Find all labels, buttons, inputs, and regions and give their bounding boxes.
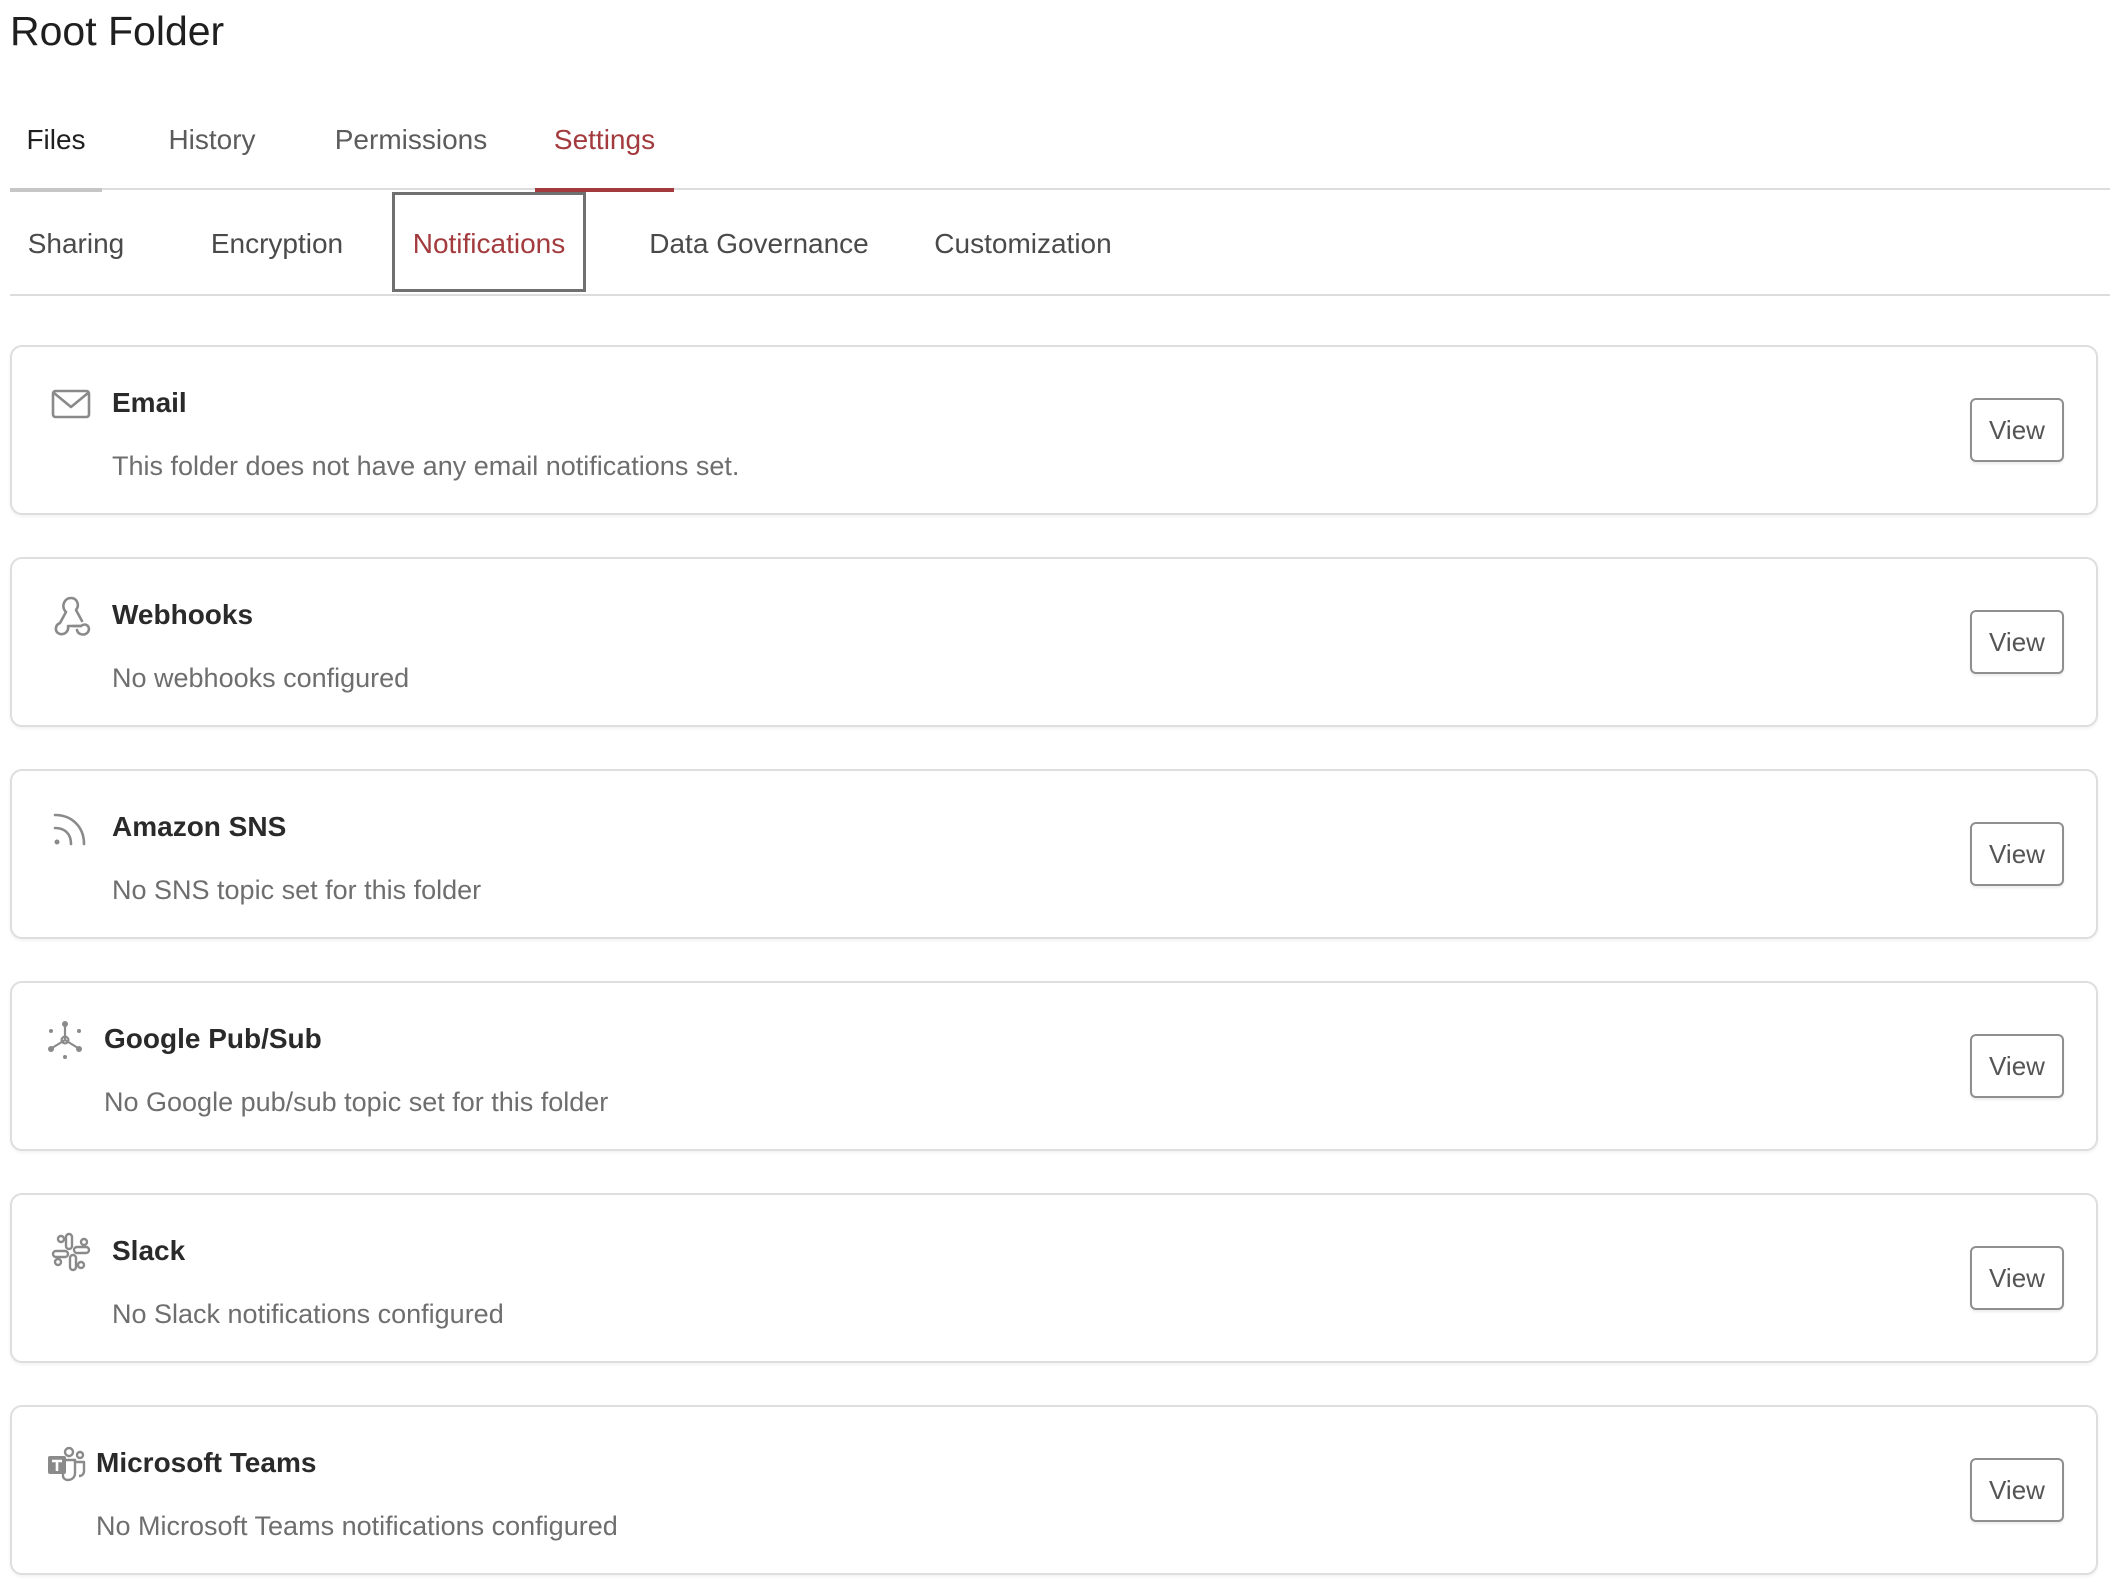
view-amazon-sns-button[interactable]: View: [1970, 822, 2064, 886]
view-microsoft-teams-button[interactable]: View: [1970, 1458, 2064, 1522]
primary-tabs: Files History Permissions Settings: [10, 110, 2110, 192]
email-notification-card: Email This folder does not have any emai…: [10, 345, 2098, 515]
feed-icon: [50, 807, 92, 849]
card-title: Slack: [112, 1235, 186, 1266]
subtab-sharing[interactable]: Sharing: [10, 192, 142, 292]
view-slack-button[interactable]: View: [1970, 1246, 2064, 1310]
card-description: No Google pub/sub topic set for this fol…: [104, 1087, 609, 1117]
teams-icon: [44, 1443, 86, 1485]
tab-history[interactable]: History: [142, 110, 282, 190]
card-title: Google Pub/Sub: [104, 1023, 322, 1054]
webhook-icon: [50, 595, 92, 637]
card-title: Email: [112, 387, 187, 418]
amazon-sns-notification-card: Amazon SNS No SNS topic set for this fol…: [10, 769, 2098, 939]
subtab-encryption[interactable]: Encryption: [180, 192, 374, 292]
slack-icon: [50, 1231, 92, 1273]
subtab-data-governance[interactable]: Data Governance: [628, 192, 890, 292]
view-webhooks-button[interactable]: View: [1970, 610, 2064, 674]
view-email-button[interactable]: View: [1970, 398, 2064, 462]
google-pubsub-notification-card: Google Pub/Sub No Google pub/sub topic s…: [10, 981, 2098, 1151]
card-description: No webhooks configured: [112, 663, 410, 693]
slack-notification-card: Slack No Slack notifications configured …: [10, 1193, 2098, 1363]
pubsub-icon: [44, 1019, 86, 1061]
card-title: Webhooks: [112, 599, 254, 630]
card-description: No Microsoft Teams notifications configu…: [96, 1511, 618, 1541]
webhooks-notification-card: Webhooks No webhooks configured View: [10, 557, 2098, 727]
email-icon: [50, 383, 92, 425]
subtab-customization[interactable]: Customization: [915, 192, 1131, 292]
tab-settings[interactable]: Settings: [535, 110, 674, 192]
card-title: Amazon SNS: [112, 811, 287, 842]
view-google-pubsub-button[interactable]: View: [1970, 1034, 2064, 1098]
subtab-notifications[interactable]: Notifications: [392, 192, 586, 292]
tab-permissions[interactable]: Permissions: [310, 110, 512, 190]
settings-subtabs: Sharing Encryption Notifications Data Go…: [10, 190, 2110, 296]
card-title: Microsoft Teams: [96, 1447, 317, 1478]
card-description: No SNS topic set for this folder: [112, 875, 482, 905]
card-description: No Slack notifications configured: [112, 1299, 504, 1329]
tab-files[interactable]: Files: [10, 110, 102, 192]
card-description: This folder does not have any email noti…: [112, 451, 740, 481]
microsoft-teams-notification-card: Microsoft Teams No Microsoft Teams notif…: [10, 1405, 2098, 1575]
page-title: Root Folder: [10, 8, 225, 54]
